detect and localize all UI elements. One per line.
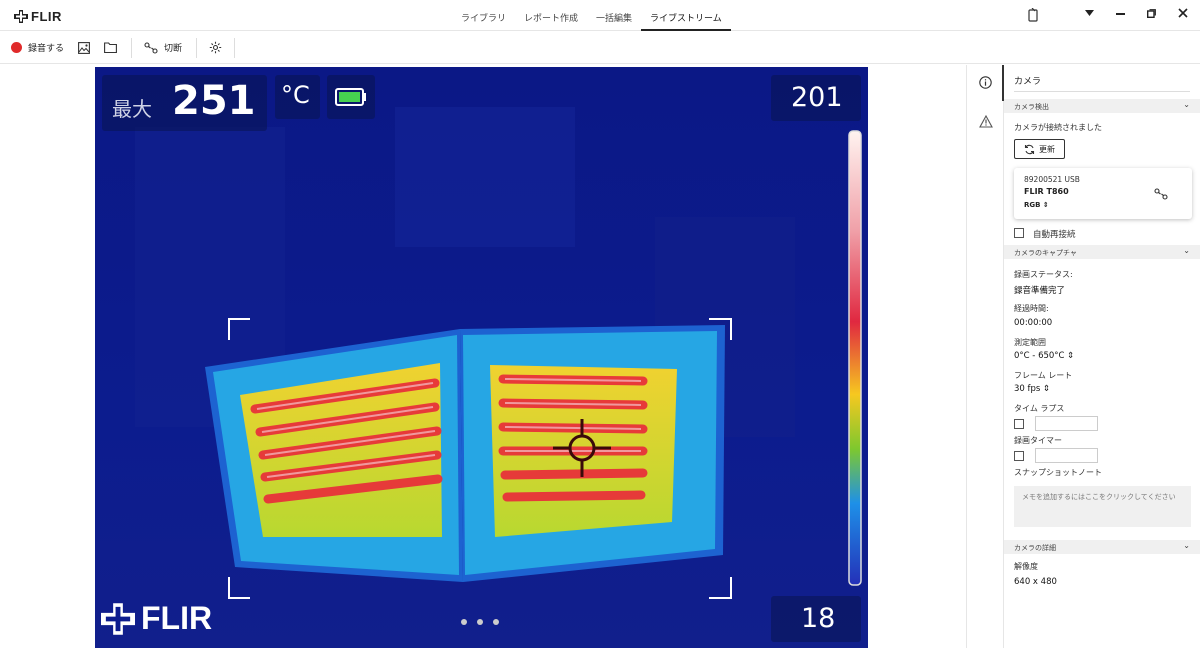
resolution-label: 解像度 [1014,562,1038,571]
open-folder-button[interactable] [104,42,117,53]
folder-icon [104,42,117,53]
range-select[interactable]: 0°C - 650°C ⇕ [1014,351,1074,361]
timer-label: 録画タイマー [1014,436,1062,445]
device-id: 89200521 USB [1024,175,1080,184]
scale-low-value: 18 [801,603,836,634]
info-tab[interactable] [967,65,1004,101]
resolution-value: 640 x 480 [1014,577,1057,587]
timelapse-label: タイム ラプス [1014,404,1065,413]
image-icon [78,41,90,54]
elapsed-value: 00:00:00 [1014,318,1053,328]
disconnect-label: 切断 [164,44,183,54]
restore-icon[interactable] [1147,8,1156,18]
auto-reconnect-checkbox[interactable] [1014,228,1024,238]
device-mode-select[interactable]: RGB ⇕ [1024,201,1049,209]
disconnect-icon[interactable] [1154,188,1168,200]
timer-checkbox[interactable] [1014,451,1024,461]
snapshot-notes-label: スナップショットノート [1014,468,1102,477]
temperature-scale-bar [848,130,862,586]
settings-button[interactable] [209,41,222,54]
live-view-area: 最大 251 °C 201 18 FLIR [0,65,966,648]
toolbar-divider [131,37,133,58]
scale-high-readout: 201 [771,75,861,121]
record-button[interactable]: 録音する [11,41,64,54]
camera-panel: カメラ カメラ検出 ⌄ カメラが接続されました 更新 89200521 USB F… [1004,65,1200,648]
thermal-scene [95,67,868,648]
dropdown-arrow-icon[interactable] [1085,9,1094,17]
rec-status-value: 録音準備完了 [1014,286,1066,296]
device-card[interactable]: 89200521 USB FLIR T860 RGB ⇕ [1014,168,1192,219]
battery-indicator [327,75,375,119]
chevron-down-icon: ⌄ [1183,246,1190,255]
connected-status: カメラが接続されました [1014,123,1102,132]
snapshot-button[interactable] [78,41,90,54]
snapshot-notes-input[interactable]: メモを追加するにはここをクリックしてください [1014,486,1191,527]
chevron-down-icon: ⌄ [1183,100,1190,109]
panel-title: カメラ [1014,77,1042,87]
record-label: 録音する [28,44,65,54]
thermal-live-image[interactable]: 最大 251 °C 201 18 FLIR [95,67,868,648]
flir-watermark-icon [101,602,135,635]
toolbar-divider [196,37,198,58]
timelapse-checkbox[interactable] [1014,419,1024,429]
scale-high-value: 201 [791,82,843,113]
section-camera-detect[interactable]: カメラ検出 ⌄ [1004,99,1200,113]
window-controls [1085,8,1188,18]
warning-icon [979,115,993,128]
minimize-icon[interactable] [1116,9,1125,18]
unit-label: °C [281,81,310,109]
tab-report[interactable]: レポート作成 [515,0,587,31]
toolbar: 録音する 切断 [0,32,1200,64]
refresh-icon [1024,144,1035,154]
flir-logo: FLIR [14,9,62,24]
warning-tab[interactable] [967,109,1004,139]
device-model: FLIR T860 [1024,187,1069,196]
unit-readout: °C [275,75,320,119]
battery-icon [335,88,366,106]
max-label: 最大 [112,97,152,121]
auto-reconnect-label: 自動再接続 [1033,230,1076,240]
device-icon[interactable] [1027,7,1039,26]
close-icon[interactable] [1178,8,1188,18]
refresh-button[interactable]: 更新 [1014,139,1065,159]
section-camera-details[interactable]: カメラの詳細 ⌄ [1004,540,1200,554]
elapsed-label: 経過時間: [1014,304,1049,313]
timelapse-input[interactable] [1035,416,1098,431]
record-icon [11,42,22,53]
disconnect-icon [144,41,158,54]
info-icon [979,76,992,89]
tab-live-stream[interactable]: ライブストリーム [641,0,731,31]
flir-watermark: FLIR [101,600,212,637]
gear-icon [209,41,222,54]
section-camera-capture[interactable]: カメラのキャプチャ ⌄ [1004,245,1200,259]
rec-status-label: 録画ステータス: [1014,270,1073,279]
chevron-down-icon: ⌄ [1183,541,1190,550]
disconnect-button[interactable]: 切断 [144,41,182,54]
max-temp-readout: 最大 251 [102,75,267,131]
side-icon-strip [966,65,1004,648]
framerate-label: フレーム レート [1014,371,1073,380]
main-tabs: ライブラリ レポート作成 一括編集 ライブストリーム [452,0,731,31]
range-label: 測定範囲 [1014,338,1046,347]
tab-library[interactable]: ライブラリ [452,0,515,31]
scale-low-readout: 18 [771,596,861,642]
max-value: 251 [172,78,256,124]
timer-input[interactable] [1035,448,1098,463]
toolbar-divider [234,37,236,58]
divider [1014,91,1190,92]
title-bar: FLIR ライブラリ レポート作成 一括編集 ライブストリーム [0,0,1200,31]
flir-logo-icon [14,10,28,23]
tab-batch-edit[interactable]: 一括編集 [587,0,641,31]
framerate-select[interactable]: 30 fps ⇕ [1014,384,1050,394]
